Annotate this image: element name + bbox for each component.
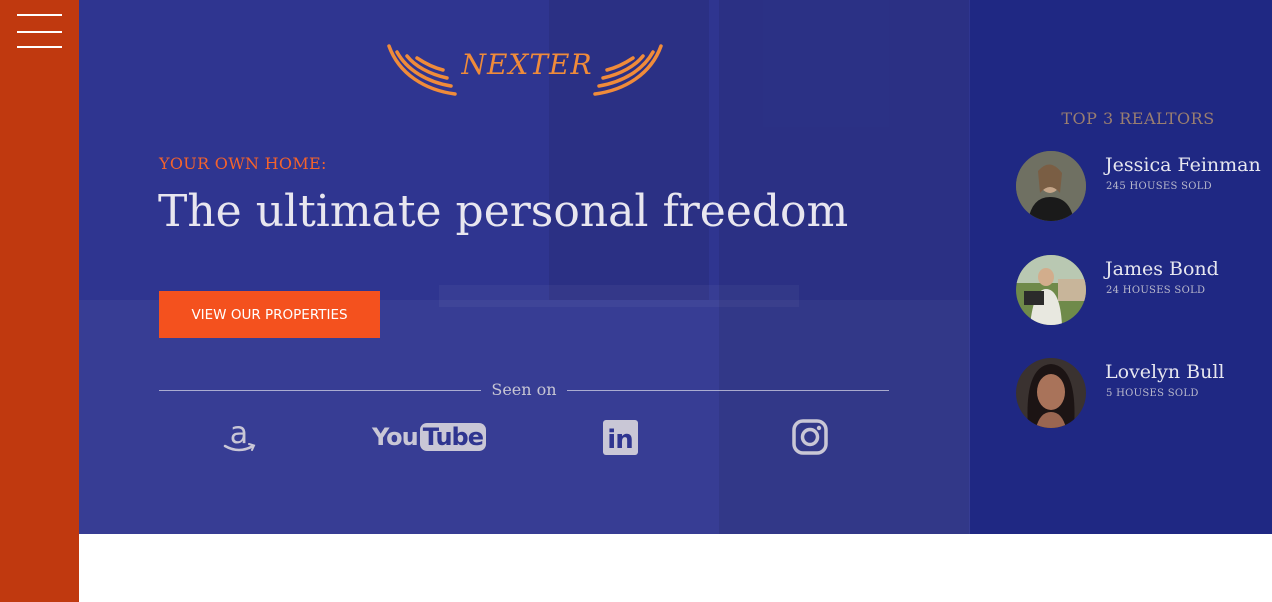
realtor-houses-sold: 245 HOUSES SOLD <box>1106 181 1212 192</box>
avatar <box>1016 151 1086 221</box>
view-properties-button[interactable]: VIEW OUR PROPERTIES <box>159 291 380 338</box>
realtor-houses-sold: 5 HOUSES SOLD <box>1106 388 1199 399</box>
seen-on-label: Seen on <box>491 380 557 399</box>
avatar <box>1016 358 1086 428</box>
avatar <box>1016 255 1086 325</box>
realtor-name: Lovelyn Bull <box>1105 361 1225 383</box>
realtor-jessica-feinman[interactable]: Jessica Feinman 245 HOUSES SOLD <box>1016 151 1272 223</box>
menu-line <box>17 14 62 16</box>
linkedin-box: in <box>602 419 638 455</box>
logo-text: NEXTER <box>461 48 593 81</box>
avatar-image <box>1016 358 1086 428</box>
linkedin-icon[interactable]: in <box>601 417 639 457</box>
realtor-houses-sold: 24 HOUSES SOLD <box>1106 285 1206 296</box>
youtube-icon[interactable]: You Tube <box>372 417 487 457</box>
hero-title: The ultimate personal freedom <box>158 186 849 237</box>
linkedin-text: in <box>607 424 633 455</box>
realtor-name: James Bond <box>1105 258 1219 280</box>
amazon-icon[interactable]: a <box>219 417 259 457</box>
seen-on-divider-right <box>567 390 889 391</box>
youtube-tube: Tube <box>419 423 487 451</box>
instagram-icon[interactable] <box>791 417 829 457</box>
nexter-logo[interactable]: NEXTER <box>385 38 665 102</box>
hamburger-menu-icon[interactable] <box>17 14 62 50</box>
realtors-title: TOP 3 REALTORS <box>1061 109 1215 128</box>
menu-line <box>17 31 62 33</box>
realtor-name: Jessica Feinman <box>1105 154 1261 176</box>
seen-on-divider-left <box>159 390 481 391</box>
avatar-image <box>1016 151 1086 221</box>
amazon-glyph: a <box>223 417 256 452</box>
instagram-glyph <box>792 419 828 455</box>
svg-text:a: a <box>230 417 248 451</box>
youtube-you: You <box>371 423 419 451</box>
avatar-image <box>1016 255 1086 325</box>
hero-background-curtain <box>719 0 969 534</box>
realtor-james-bond[interactable]: James Bond 24 HOUSES SOLD <box>1016 255 1272 327</box>
realtors-panel: TOP 3 REALTORS Jessica Feinman 245 HOUSE… <box>970 0 1272 534</box>
realtor-lovelyn-bull[interactable]: Lovelyn Bull 5 HOUSES SOLD <box>1016 358 1272 430</box>
menu-line <box>17 46 62 48</box>
hero-kicker: YOUR OWN HOME: <box>159 154 327 173</box>
sidebar <box>0 0 79 602</box>
hero-section: NEXTER YOUR OWN HOME: The ultimate perso… <box>79 0 970 534</box>
